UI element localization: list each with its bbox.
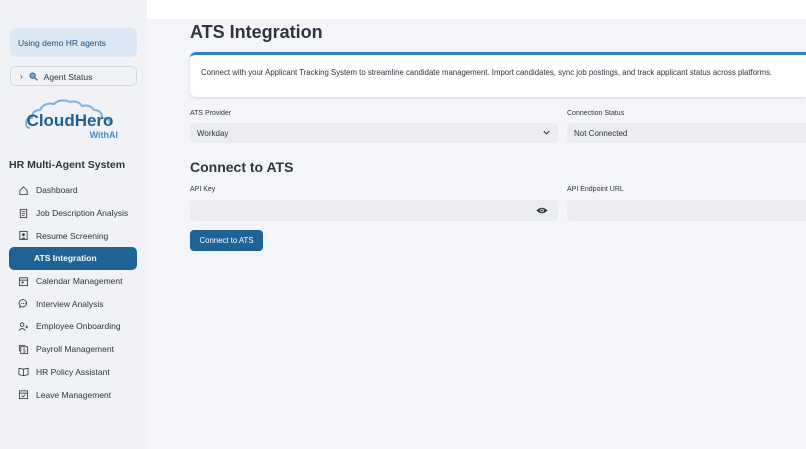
info-card: Connect with your Applicant Tracking Sys… (190, 52, 806, 97)
sidebar-item-hr-policy-assistant[interactable]: HR Policy Assistant (9, 361, 137, 384)
connection-status-value: Not Connected (574, 129, 628, 138)
sidebar-item-label: HR Policy Assistant (36, 366, 110, 377)
sidebar-nav: Dashboard Job Description Analysis Resum… (9, 179, 137, 406)
sidebar-item-job-description-analysis[interactable]: Job Description Analysis (9, 202, 137, 225)
top-strip (147, 0, 806, 19)
system-title: HR Multi-Agent System (9, 159, 126, 171)
sidebar-item-label: Employee Onboarding (36, 321, 121, 332)
logo-text: CloudHero (27, 111, 114, 130)
page-title: ATS Integration (190, 22, 323, 42)
ats-provider-label: ATS Provider (190, 110, 232, 117)
logo-subtext: WithAI (90, 130, 118, 140)
sidebar: Using demo HR agents › Agent Status Clou… (0, 0, 147, 449)
document-icon (19, 208, 28, 218)
calendar-icon (18, 277, 29, 286)
chat-icon (18, 299, 27, 309)
sidebar-item-interview-analysis[interactable]: Interview Analysis (9, 292, 137, 315)
api-endpoint-input[interactable] (567, 200, 806, 221)
sidebar-item-payroll-management[interactable]: $ Payroll Management (9, 338, 137, 361)
svg-text:$: $ (23, 348, 26, 354)
sidebar-item-resume-screening[interactable]: Resume Screening (9, 224, 137, 247)
sidebar-item-label: Dashboard (36, 185, 78, 196)
ats-provider-select[interactable]: Workday (190, 123, 558, 143)
chevron-down-icon (543, 130, 550, 135)
api-key-label: API Key (190, 186, 216, 193)
connect-section-title: Connect to ATS (190, 159, 294, 175)
cloud-logo-graphic: CloudHero WithAI (24, 99, 118, 140)
sidebar-item-label: Calendar Management (36, 276, 123, 287)
sidebar-item-employee-onboarding[interactable]: Employee Onboarding (9, 315, 137, 338)
sidebar-item-label: Payroll Management (36, 344, 114, 355)
info-text: Connect with your Applicant Tracking Sys… (201, 68, 773, 77)
api-key-input[interactable] (190, 200, 558, 221)
sidebar-item-dashboard[interactable]: Dashboard (9, 179, 137, 202)
home-icon (19, 186, 28, 195)
search-icon (29, 72, 38, 81)
api-endpoint-label: API Endpoint URL (567, 186, 624, 193)
user-add-icon (18, 322, 29, 331)
sidebar-item-label: Interview Analysis (36, 298, 104, 309)
cloudhero-logo: CloudHero WithAI (20, 98, 122, 144)
connect-to-ats-button[interactable]: Connect to ATS (190, 230, 263, 251)
payroll-icon: $ (18, 344, 29, 354)
eye-icon[interactable] (536, 206, 548, 215)
sidebar-item-label: Leave Management (36, 389, 112, 400)
sidebar-item-label: ATS Integration (34, 253, 97, 264)
ats-provider-value: Workday (197, 129, 229, 138)
id-card-icon (19, 231, 28, 241)
sidebar-item-ats-integration[interactable]: ATS Integration (9, 247, 137, 270)
sidebar-item-label: Resume Screening (36, 230, 109, 241)
calendar-check-icon (18, 390, 29, 400)
sidebar-item-leave-management[interactable]: Leave Management (9, 383, 137, 406)
book-icon (18, 368, 29, 377)
agent-status-expander[interactable]: › Agent Status (10, 66, 137, 86)
connection-status-label: Connection Status (567, 110, 625, 117)
demo-notice: Using demo HR agents (10, 28, 137, 57)
sidebar-item-label: Job Description Analysis (36, 208, 129, 219)
connection-status-field: Not Connected (567, 123, 806, 143)
chevron-right-icon: › (20, 72, 23, 81)
agent-status-label: Agent Status (43, 72, 93, 82)
sidebar-item-calendar-management[interactable]: Calendar Management (9, 270, 137, 293)
